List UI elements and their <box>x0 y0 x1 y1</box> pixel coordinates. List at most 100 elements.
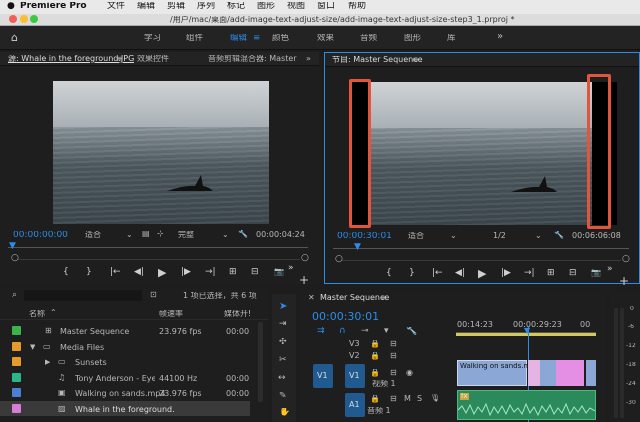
hand-tool-icon[interactable]: ✋ <box>279 408 290 417</box>
zoom-end-handle[interactable]: ○ <box>622 255 630 264</box>
selection-tool-icon[interactable]: ➤ <box>279 302 287 312</box>
menu-window[interactable]: 窗口 <box>317 2 335 11</box>
step-back-icon[interactable]: ◀| <box>134 268 144 277</box>
new-bin-icon[interactable]: ⊡ <box>150 291 157 299</box>
chevron-down-icon[interactable]: ⌄ <box>450 232 457 240</box>
more-controls-icon[interactable]: » <box>607 265 613 274</box>
menu-graphics[interactable]: 图形 <box>257 2 275 11</box>
list-item[interactable]: ▶ ▭ Sunsets <box>0 355 250 369</box>
lock-icon[interactable]: 🔒 <box>370 395 380 403</box>
tab-assembly[interactable]: 组件 <box>186 34 203 43</box>
nest-icon[interactable]: ⇉ <box>317 327 325 336</box>
search-icon[interactable]: ⌕ <box>12 291 17 300</box>
column-name[interactable]: 名称 <box>29 310 45 318</box>
zoom-bar[interactable] <box>18 259 300 260</box>
play-icon[interactable]: ▶ <box>478 268 486 279</box>
go-to-in-icon[interactable]: |← <box>432 269 443 278</box>
chevron-right-icon[interactable]: ▶ <box>45 359 50 366</box>
slip-tool-icon[interactable]: ↔ <box>278 374 286 383</box>
video-clip[interactable]: Walking on sands.mp4 <box>457 360 539 386</box>
wrench-icon[interactable]: 🔧 <box>238 230 248 238</box>
razor-tool-icon[interactable]: ✂ <box>279 356 287 365</box>
step-back-icon[interactable]: ◀| <box>455 269 465 278</box>
tab-color[interactable]: 颜色 <box>272 34 289 43</box>
settings-icon[interactable]: ▤ <box>142 230 150 238</box>
export-frame-icon[interactable]: 📷 <box>274 268 284 276</box>
home-icon[interactable]: ⌂ <box>11 32 18 43</box>
ripple-edit-tool-icon[interactable]: ✣ <box>279 338 287 347</box>
list-item[interactable]: ▣ Walking on sands.mp4 23.976 fps 00:00:… <box>0 386 250 400</box>
more-controls-icon[interactable]: » <box>288 264 294 273</box>
program-timecode[interactable]: 00:00:30:01 <box>337 232 392 241</box>
chevron-down-icon[interactable]: ⌄ <box>126 231 133 239</box>
toggle-sync-icon[interactable]: ⊟ <box>390 340 397 348</box>
chevron-down-icon[interactable]: ⌄ <box>535 232 542 240</box>
column-frame-rate[interactable]: 帧速率 <box>159 310 183 318</box>
tab-effect-controls[interactable]: 效果控件 <box>137 55 169 63</box>
track-select-tool-icon[interactable]: ⇥ <box>279 320 287 329</box>
step-forward-icon[interactable]: |▶ <box>181 268 191 277</box>
program-fit-select[interactable]: 适合 <box>408 232 424 240</box>
insert-icon[interactable]: ⊞ <box>229 268 237 277</box>
image-clip[interactable] <box>556 360 584 386</box>
microphone-icon[interactable]: 🎙 <box>430 394 440 402</box>
tab-audio-clip-mixer[interactable]: 音频剪辑混合器: Master Seque <box>208 55 298 63</box>
menu-view[interactable]: 视图 <box>287 2 305 11</box>
add-button-icon[interactable]: + <box>299 274 309 286</box>
eye-icon[interactable]: ◉ <box>406 369 413 377</box>
workspace-menu-icon[interactable]: ≡ <box>253 34 260 43</box>
playhead-icon[interactable]: ▼ <box>524 327 530 335</box>
safe-margins-icon[interactable]: ⊹ <box>157 230 164 238</box>
timeline-settings-icon[interactable]: 🔧 <box>406 327 417 336</box>
program-menu-icon[interactable]: ≡ <box>412 56 419 64</box>
close-icon[interactable]: ✕ <box>308 294 315 302</box>
source-scrubber[interactable] <box>8 247 308 248</box>
play-icon[interactable]: ▶ <box>158 267 166 278</box>
mark-in-icon[interactable]: { <box>386 269 392 278</box>
toggle-sync-icon[interactable]: ⊟ <box>390 395 397 403</box>
source-fit-select[interactable]: 适合 <box>85 231 101 239</box>
list-item[interactable]: ▼ ▭ Media Files <box>0 340 250 354</box>
tab-effects[interactable]: 效果 <box>317 34 334 43</box>
step-forward-icon[interactable]: |▶ <box>501 269 511 278</box>
export-frame-icon[interactable]: 📷 <box>591 269 601 277</box>
pen-tool-icon[interactable]: ✎ <box>279 392 287 401</box>
menu-clip[interactable]: 剪辑 <box>167 2 185 11</box>
list-item[interactable]: ⊞ Master Sequence 23.976 fps 00:00:0 <box>0 324 250 338</box>
apple-icon[interactable]: ● <box>7 2 15 11</box>
image-clip[interactable] <box>528 360 540 386</box>
menu-edit[interactable]: 编辑 <box>137 2 155 11</box>
chevron-down-icon[interactable]: ⌄ <box>222 231 229 239</box>
menu-marker[interactable]: 标记 <box>227 2 245 11</box>
menu-help[interactable]: 帮助 <box>348 2 366 11</box>
go-to-in-icon[interactable]: |← <box>110 268 121 277</box>
mark-in-icon[interactable]: { <box>63 268 69 277</box>
search-input[interactable] <box>24 290 142 301</box>
video-clip[interactable] <box>540 360 556 386</box>
menu-app[interactable]: Premiere Pro <box>20 2 87 11</box>
source-patch-v1[interactable]: V1 <box>313 364 333 388</box>
video-clip[interactable] <box>586 360 596 386</box>
source-timecode[interactable]: 00:00:00:00 <box>13 231 68 240</box>
toggle-sync-icon[interactable]: ⊟ <box>390 352 397 360</box>
tab-program[interactable]: 节目: Master Sequence <box>332 56 423 64</box>
extract-icon[interactable]: ⊟ <box>569 269 577 278</box>
tab-audio[interactable]: 音频 <box>360 34 377 43</box>
tab-learn[interactable]: 学习 <box>144 34 161 43</box>
source-menu-icon[interactable]: ≡ <box>116 55 123 63</box>
solo-button[interactable]: S <box>417 395 422 403</box>
linked-selection-icon[interactable]: ⊸ <box>361 327 369 336</box>
lock-icon[interactable]: 🔒 <box>370 369 380 377</box>
column-media-start[interactable]: 媒体开! <box>224 310 251 318</box>
menu-sequence[interactable]: 序列 <box>197 2 215 11</box>
add-button-icon[interactable]: + <box>619 275 629 287</box>
go-to-out-icon[interactable]: →| <box>524 269 535 278</box>
program-scrubber[interactable] <box>333 248 629 249</box>
sort-up-icon[interactable]: ⌃ <box>50 309 57 317</box>
overwrite-icon[interactable]: ⊟ <box>251 268 259 277</box>
mute-button[interactable]: M <box>404 395 411 403</box>
program-resolution-select[interactable]: 1/2 <box>493 232 506 240</box>
playhead-icon[interactable]: ▼ <box>9 242 16 251</box>
source-quality-select[interactable]: 完整 <box>178 231 194 239</box>
zoom-bar[interactable] <box>342 260 621 261</box>
